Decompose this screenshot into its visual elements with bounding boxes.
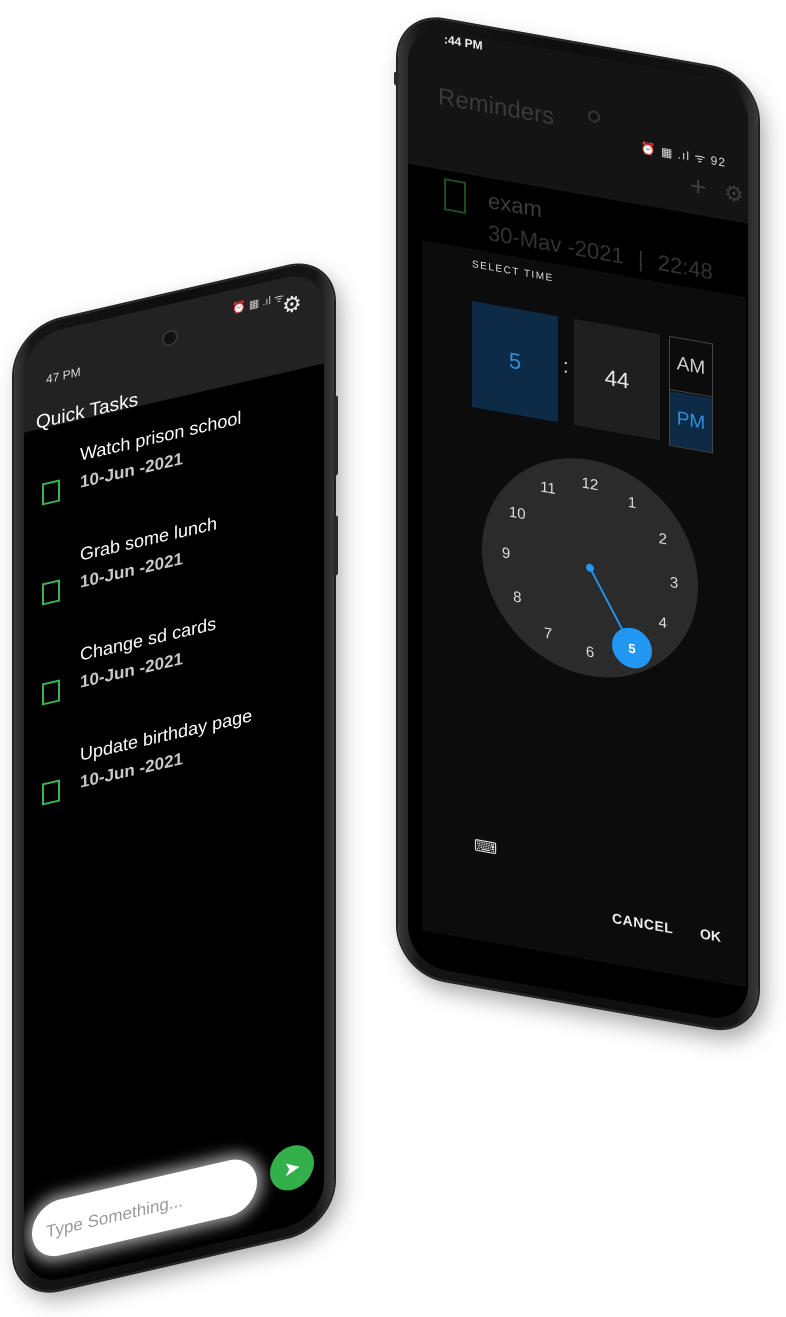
keyboard-icon[interactable]: ⌨: [474, 835, 497, 859]
screen: :44 PM ⏰ ▦ .ıl ᯤ 92 Reminders + ⚙ exam 3…: [408, 23, 748, 1024]
clock-number[interactable]: 11: [540, 478, 556, 498]
clock-dial[interactable]: 12 1 2 3 4 5 6 7 8 9 10 11: [482, 440, 698, 695]
clock-number[interactable]: 3: [670, 574, 678, 592]
am-button[interactable]: AM: [670, 336, 712, 398]
time-picker-dialog: SELECT TIME 5 : 44 AM PM 12 1 2 3 4 5 6 7 8 9 10 11…: [422, 240, 746, 988]
task-checkbox[interactable]: [42, 579, 60, 606]
task-checkbox[interactable]: [42, 679, 60, 706]
clock-number[interactable]: 5: [628, 640, 635, 656]
gear-icon[interactable]: ⚙: [282, 290, 302, 320]
reminder-title: exam: [488, 187, 542, 223]
task-checkbox[interactable]: [42, 779, 60, 806]
am-pm-toggle: AM PM: [669, 335, 713, 454]
minute-selector[interactable]: 44: [574, 319, 660, 441]
power-button: [333, 515, 338, 577]
clock-center: [586, 563, 594, 572]
reminder-separator: |: [637, 246, 644, 273]
gear-icon[interactable]: ⚙: [724, 179, 744, 208]
phone-reminders: :44 PM ⏰ ▦ .ıl ᯤ 92 Reminders + ⚙ exam 3…: [394, 12, 758, 1036]
clock-number[interactable]: 12: [582, 474, 599, 494]
send-button[interactable]: ➤: [270, 1140, 314, 1195]
clock-number[interactable]: 1: [628, 494, 636, 512]
task-input[interactable]: Type Something...: [32, 1153, 257, 1262]
hour-selector[interactable]: 5: [472, 301, 558, 423]
time-colon: :: [563, 355, 569, 379]
clock-number[interactable]: 7: [544, 625, 552, 643]
phone-quick-tasks: 47 PM ⏰ ▦ .ıl ᯤ Quick Tasks ⚙ Watch pris…: [14, 256, 338, 1300]
side-button: [394, 71, 399, 87]
dialog-header: SELECT TIME: [472, 259, 554, 285]
pm-button[interactable]: PM: [670, 390, 712, 453]
plus-icon[interactable]: +: [690, 169, 706, 204]
task-checkbox[interactable]: [42, 479, 60, 506]
clock-number[interactable]: 2: [659, 530, 667, 548]
reminder-time: 22:48: [657, 249, 713, 285]
cancel-button[interactable]: CANCEL: [612, 910, 673, 937]
ok-button[interactable]: OK: [700, 925, 721, 945]
clock-number[interactable]: 9: [502, 544, 510, 562]
clock-number[interactable]: 10: [509, 504, 526, 524]
task-input-placeholder: Type Something...: [46, 1190, 184, 1242]
volume-button: [333, 395, 338, 477]
clock-face[interactable]: 121234567891011: [482, 441, 698, 695]
reminder-checkbox[interactable]: [444, 178, 466, 214]
screen: 47 PM ⏰ ▦ .ıl ᯤ Quick Tasks ⚙ Watch pris…: [24, 268, 324, 1288]
clock-number[interactable]: 8: [513, 588, 521, 606]
clock-number[interactable]: 6: [586, 643, 594, 661]
send-icon: ➤: [283, 1155, 301, 1182]
clock-number[interactable]: 4: [659, 614, 667, 632]
